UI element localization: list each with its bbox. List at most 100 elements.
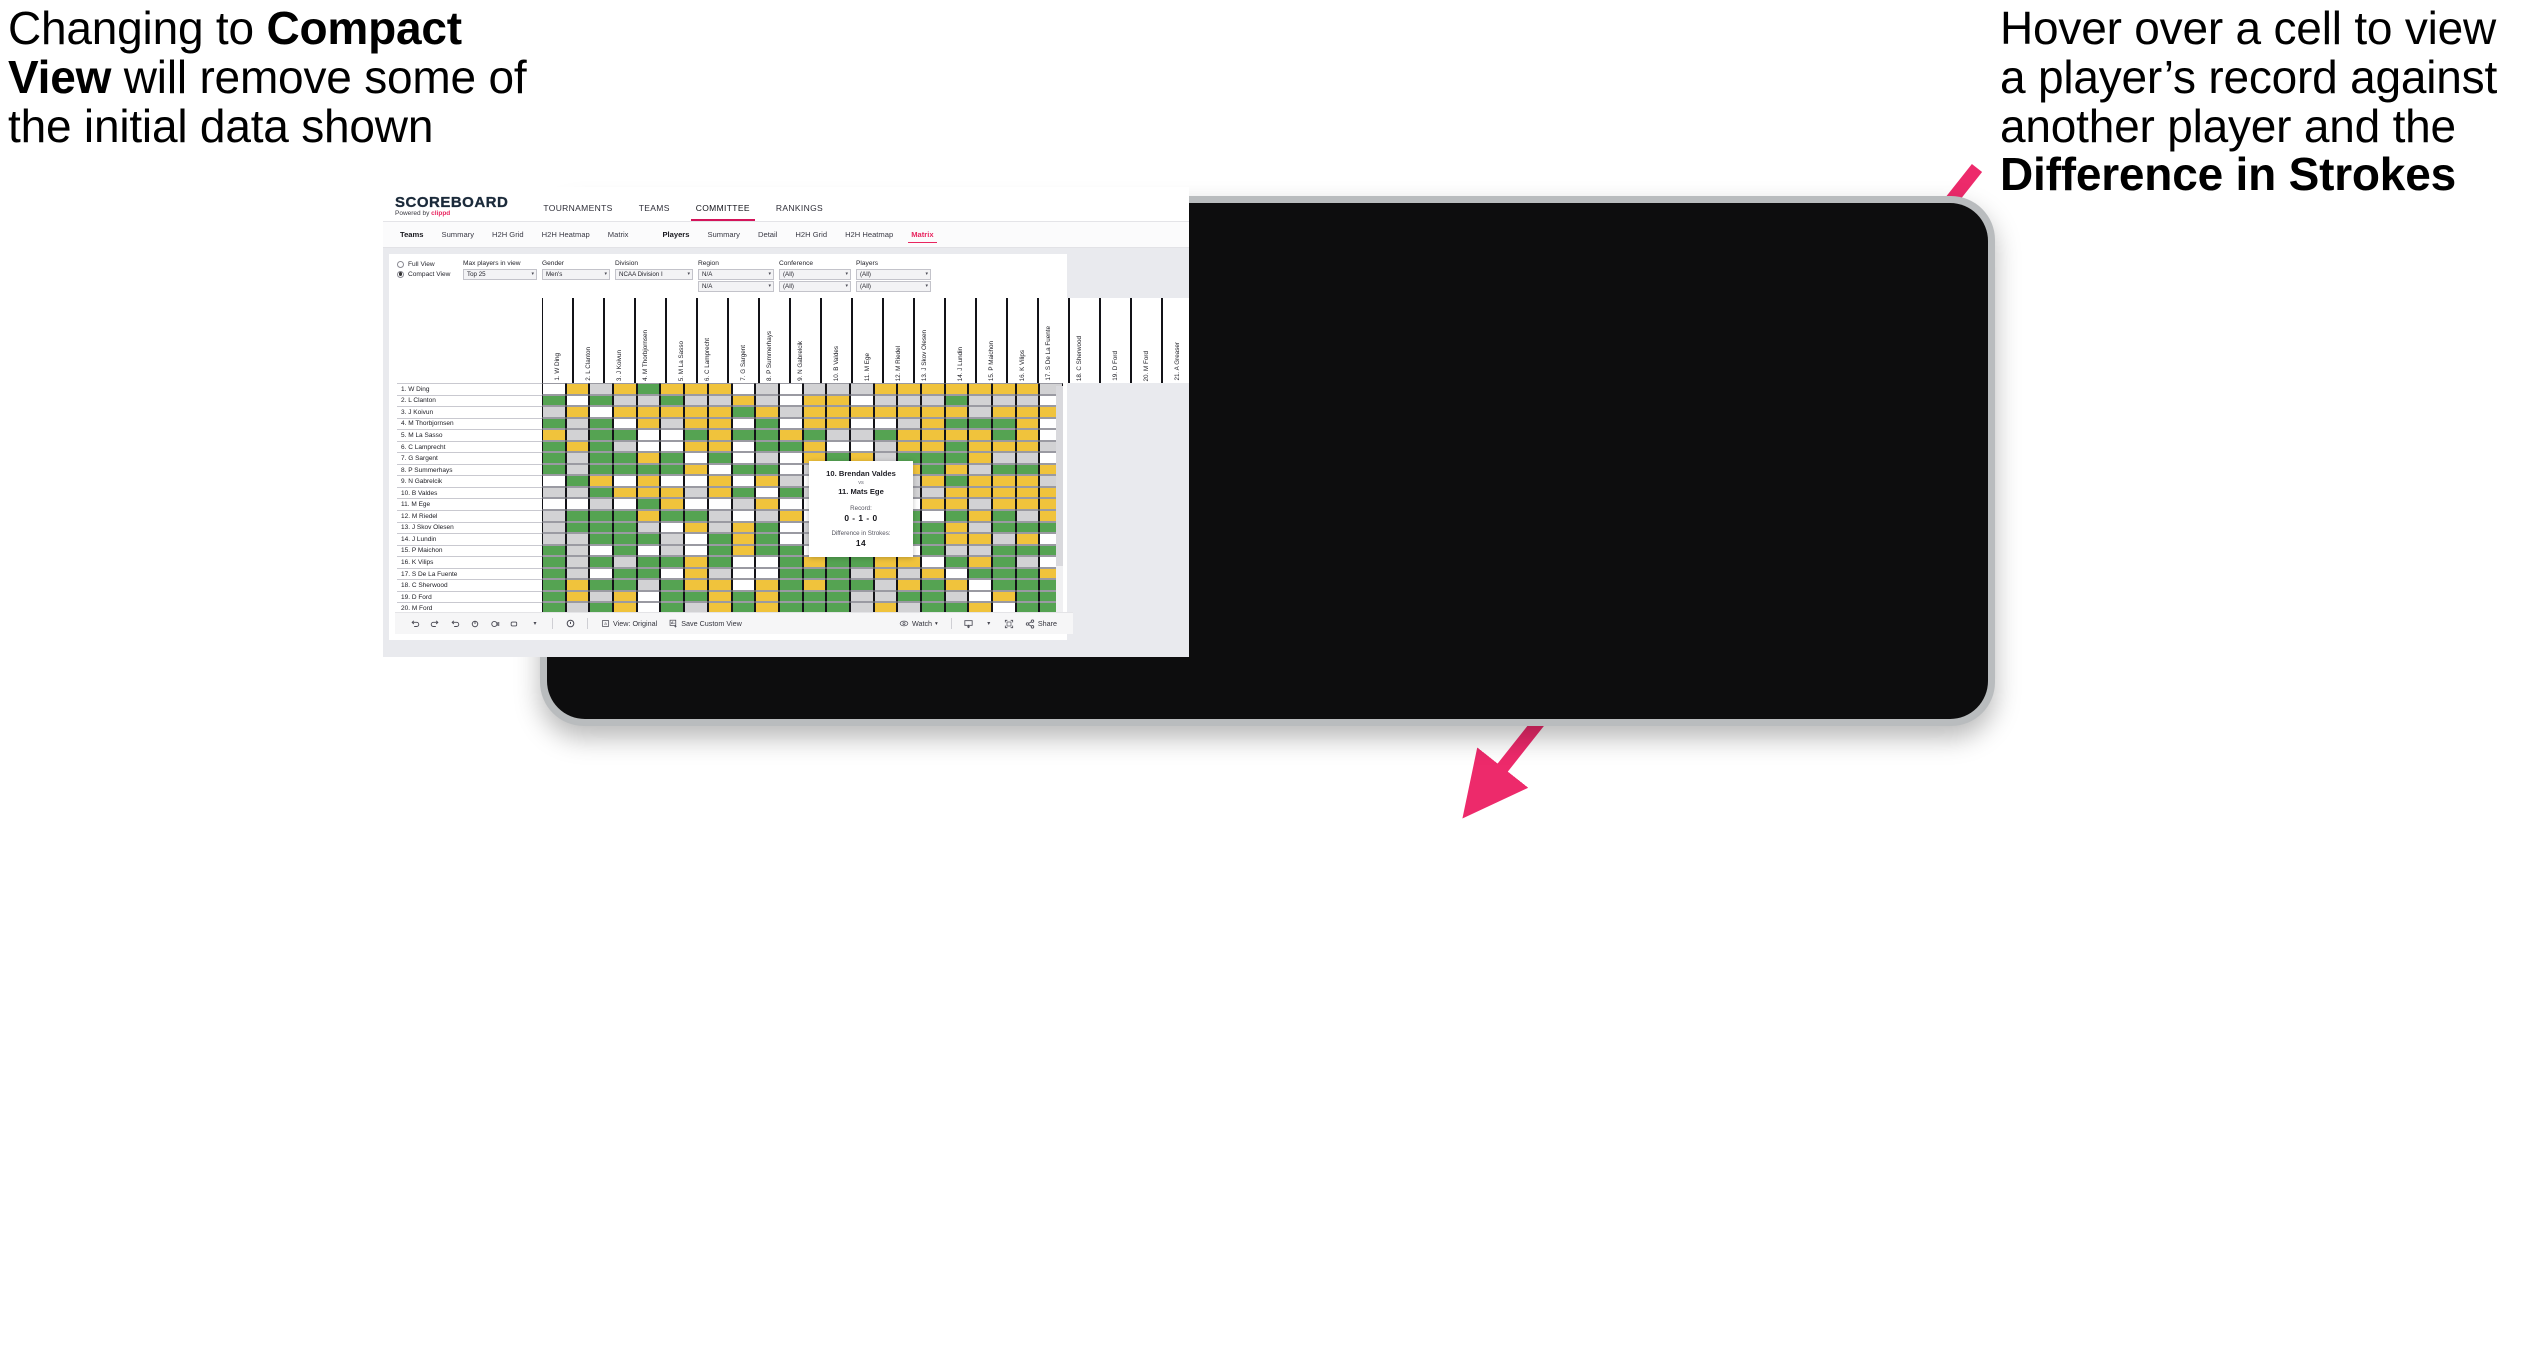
matrix-row-label[interactable]: 6. C Lamprecht (397, 440, 542, 453)
matrix-cell[interactable] (636, 429, 661, 441)
matrix-cell[interactable] (613, 521, 637, 534)
matrix-cell[interactable] (778, 498, 803, 511)
matrix-row-label[interactable]: 8. P Summerhays (397, 463, 542, 476)
matrix-cell[interactable] (589, 544, 614, 557)
matrix-cell[interactable] (755, 440, 779, 453)
matrix-cell[interactable] (1015, 544, 1040, 557)
matrix-cell[interactable] (613, 383, 637, 395)
matrix-col-header[interactable]: 7. G Sargent (728, 298, 759, 383)
matrix-cell[interactable] (921, 556, 945, 568)
matrix-cell[interactable] (660, 521, 685, 534)
view-mode-full-view[interactable]: Full View (397, 261, 463, 268)
matrix-row-label[interactable]: 11. M Ege (397, 498, 542, 511)
matrix-cell[interactable] (542, 463, 566, 476)
matrix-cell[interactable] (636, 394, 661, 407)
matrix-cell[interactable] (707, 510, 732, 522)
matrix-grid[interactable] (542, 383, 1063, 627)
filter-select-gender[interactable]: Men's ▾ (542, 268, 610, 280)
matrix-cell[interactable] (755, 486, 779, 499)
matrix-cell[interactable] (542, 486, 566, 499)
subnav-item-summary[interactable]: Summary (698, 222, 749, 247)
matrix-cell[interactable] (802, 394, 827, 407)
matrix-cell[interactable] (968, 567, 993, 580)
matrix-cell[interactable] (684, 533, 708, 545)
matrix-cell[interactable] (944, 521, 969, 534)
matrix-cell[interactable] (778, 429, 803, 441)
matrix-cell[interactable] (660, 533, 685, 545)
matrix-row-label[interactable]: 14. J Lundin (397, 533, 542, 545)
matrix-cell[interactable] (1015, 463, 1040, 476)
matrix-cell[interactable] (921, 510, 945, 522)
matrix-cell[interactable] (636, 498, 661, 511)
fullscreen-icon[interactable] (999, 613, 1019, 635)
matrix-cell[interactable] (542, 383, 566, 395)
matrix-cell[interactable] (542, 544, 566, 557)
matrix-cell[interactable] (660, 590, 685, 603)
matrix-cell[interactable] (944, 394, 969, 407)
matrix-cell[interactable] (826, 429, 850, 441)
matrix-cell[interactable] (660, 579, 685, 591)
matrix-cell[interactable] (897, 429, 921, 441)
matrix-cell[interactable] (968, 521, 993, 534)
matrix-cell[interactable] (613, 544, 637, 557)
matrix-cell[interactable] (992, 579, 1016, 591)
matrix-col-header[interactable]: 12. M Riedel (883, 298, 914, 383)
matrix-row-label[interactable]: 7. G Sargent (397, 452, 542, 464)
matrix-cell[interactable] (849, 567, 874, 580)
matrix-cell[interactable] (684, 406, 708, 418)
matrix-col-header[interactable]: 20. M Ford (1131, 298, 1162, 383)
matrix-cell[interactable] (613, 579, 637, 591)
matrix-cell[interactable] (778, 475, 803, 487)
matrix-cell[interactable] (944, 498, 969, 511)
matrix-cell[interactable] (707, 417, 732, 430)
matrix-cell[interactable] (565, 533, 590, 545)
matrix-cell[interactable] (1015, 383, 1040, 395)
download-icon[interactable] (959, 613, 979, 635)
matrix-cell[interactable] (731, 475, 756, 487)
matrix-cell[interactable] (921, 567, 945, 580)
matrix-cell[interactable] (660, 544, 685, 557)
matrix-cell[interactable] (802, 417, 827, 430)
matrix-cell[interactable] (1015, 533, 1040, 545)
matrix-cell[interactable] (684, 556, 708, 568)
matrix-cell[interactable] (849, 383, 874, 395)
matrix-row-label[interactable]: 15. P Maichon (397, 544, 542, 557)
matrix-cell[interactable] (778, 463, 803, 476)
matrix-cell[interactable] (589, 429, 614, 441)
matrix-cell[interactable] (660, 429, 685, 441)
matrix-cell[interactable] (613, 429, 637, 441)
matrix-cell[interactable] (589, 452, 614, 464)
matrix-cell[interactable] (636, 544, 661, 557)
matrix-row-label[interactable]: 12. M Riedel (397, 510, 542, 522)
pause-refresh-icon[interactable] (485, 613, 505, 635)
matrix-cell[interactable] (826, 440, 850, 453)
matrix-cell[interactable] (755, 579, 779, 591)
matrix-cell[interactable] (589, 510, 614, 522)
matrix-cell[interactable] (613, 590, 637, 603)
matrix-cell[interactable] (636, 406, 661, 418)
matrix-cell[interactable] (921, 590, 945, 603)
matrix-cell[interactable] (921, 498, 945, 511)
matrix-cell[interactable] (849, 556, 874, 568)
matrix-cell[interactable] (731, 590, 756, 603)
matrix-cell[interactable] (613, 556, 637, 568)
matrix-cell[interactable] (1015, 486, 1040, 499)
matrix-cell[interactable] (992, 475, 1016, 487)
matrix-col-header[interactable]: 15. P Maichon (976, 298, 1007, 383)
revert-icon[interactable] (445, 613, 465, 635)
matrix-cell[interactable] (731, 579, 756, 591)
filter-select-division[interactable]: NCAA Division I ▾ (615, 268, 693, 280)
matrix-cell[interactable] (849, 429, 874, 441)
matrix-cell[interactable] (542, 498, 566, 511)
matrix-cell[interactable] (613, 498, 637, 511)
matrix-cell[interactable] (921, 383, 945, 395)
matrix-col-header[interactable]: 6. C Lamprecht (697, 298, 728, 383)
matrix-cell[interactable] (565, 394, 590, 407)
matrix-cell[interactable] (707, 452, 732, 464)
matrix-cell[interactable] (613, 510, 637, 522)
matrix-cell[interactable] (992, 510, 1016, 522)
matrix-cell[interactable] (565, 417, 590, 430)
matrix-cell[interactable] (613, 394, 637, 407)
matrix-cell[interactable] (944, 440, 969, 453)
matrix-cell[interactable] (968, 475, 993, 487)
